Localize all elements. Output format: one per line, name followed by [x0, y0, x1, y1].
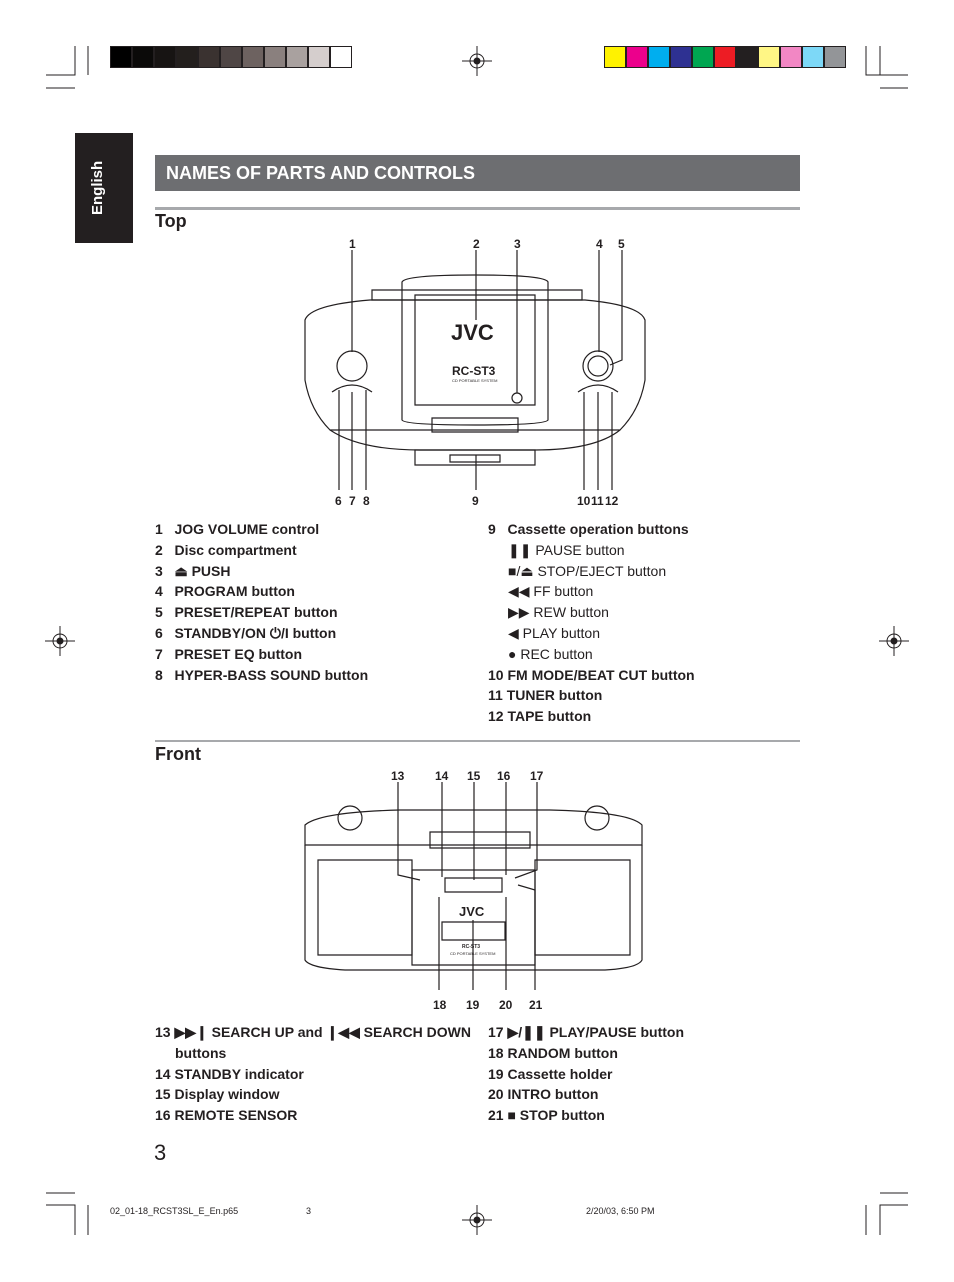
list-item: ◀◀ FF button	[508, 583, 594, 600]
print-marks	[45, 46, 909, 1235]
model-sub-label: CD PORTABLE SYSTEM	[452, 378, 498, 383]
section-heading: NAMES OF PARTS AND CONTROLS	[155, 155, 800, 191]
front-parts-list-right: 17 ▶/❚❚ PLAY/PAUSE button 18 RANDOM butto…	[488, 1022, 684, 1126]
list-item: 7 PRESET EQ button	[155, 645, 303, 662]
callout-number: 3	[514, 237, 521, 251]
callout-number: 13	[391, 769, 405, 783]
callout-number: 9	[472, 494, 479, 508]
language-tab-label: English	[89, 160, 106, 215]
list-item: 17 ▶/❚❚ PLAY/PAUSE button	[488, 1024, 685, 1040]
list-item: 2 Disc compartment	[155, 541, 297, 558]
list-item: 1 JOG VOLUME control	[155, 521, 320, 537]
list-item: 19 Cassette holder	[488, 1065, 613, 1082]
list-item: ■/⏏ STOP/EJECT button	[508, 562, 667, 579]
front-parts-list-left: 13 ▶▶❙ SEARCH UP and ❙◀◀ SEARCH DOWN butt…	[155, 1022, 471, 1126]
list-item: 14 STANDBY indicator	[155, 1065, 304, 1082]
top-parts-list-left: 1 JOG VOLUME control 2 Disc compartment 3 …	[155, 519, 368, 685]
callout-number: 17	[530, 769, 544, 783]
footer-filename: 02_01-18_RCST3SL_E_En.p65	[110, 1206, 239, 1216]
list-item: 8 HYPER-BASS SOUND button	[155, 666, 369, 683]
registration-mark-icon	[879, 626, 909, 656]
jvc-logo: JVC	[451, 320, 494, 345]
list-item: 12 TAPE button	[488, 708, 592, 725]
list-item: 16 REMOTE SENSOR	[155, 1107, 298, 1124]
callout-number: 8	[363, 494, 370, 508]
list-item: 21 ■ STOP button	[488, 1107, 605, 1124]
callout-number: 16	[497, 769, 511, 783]
registration-mark-icon	[462, 1205, 492, 1235]
footer-page: 3	[306, 1206, 312, 1216]
language-tab: English	[75, 133, 133, 243]
manual-page: English NAMES OF PARTS AND CONTROLS Top …	[0, 0, 954, 1282]
callout-number: 7	[349, 494, 356, 508]
list-item: ● REC button	[508, 645, 593, 662]
callout-number: 2	[473, 237, 480, 251]
list-item: 4 PROGRAM button	[155, 583, 295, 600]
list-item: ◀ PLAY button	[508, 624, 600, 641]
callout-number: 18	[433, 998, 447, 1012]
divider	[155, 740, 800, 742]
list-item: 20 INTRO button	[488, 1086, 599, 1103]
list-item: 11 TUNER button	[488, 687, 603, 704]
page-number: 3	[154, 1140, 167, 1165]
callout-number: 10	[577, 494, 591, 508]
callout-number: 20	[499, 998, 513, 1012]
list-item: ▶▶ REW button	[508, 604, 609, 621]
registration-mark-icon	[462, 46, 492, 76]
front-section-title: Front	[155, 744, 201, 764]
model-label: RC-ST3	[462, 944, 481, 950]
callout-number: 11	[591, 494, 604, 508]
registration-mark-icon	[45, 626, 75, 656]
callout-number: 4	[596, 237, 603, 251]
jvc-logo: JVC	[459, 904, 485, 919]
callout-number: 19	[466, 998, 480, 1012]
list-item: 10 FM MODE/BEAT CUT button	[488, 666, 695, 683]
callout-number: 15	[467, 769, 481, 783]
list-item: buttons	[175, 1044, 227, 1061]
list-item: 18 RANDOM button	[488, 1044, 618, 1061]
footer-date: 2/20/03, 6:50 PM	[586, 1206, 655, 1216]
list-item: 9 Cassette operation buttons	[488, 521, 689, 537]
model-sub-label: CD PORTABLE SYSTEM	[450, 951, 496, 956]
model-label: RC-ST3	[452, 364, 496, 378]
divider	[155, 207, 800, 210]
list-item: 6 STANDBY/ON ⏻/I button	[155, 624, 337, 641]
callout-number: 21	[529, 998, 543, 1012]
callout-number: 6	[335, 494, 342, 508]
front-view-illustration	[304, 782, 643, 990]
callout-number: 14	[435, 769, 449, 783]
callout-number: 12	[605, 494, 619, 508]
list-item: 3 ⏏ PUSH	[155, 562, 231, 579]
list-item: 15 Display window	[155, 1086, 280, 1103]
top-parts-list-right: 9 Cassette operation buttons ❚❚ PAUSE bu…	[488, 519, 695, 727]
list-item: 5 PRESET/REPEAT button	[155, 604, 338, 621]
callout-number: 1	[349, 237, 356, 251]
list-item: ❚❚ PAUSE button	[508, 541, 625, 558]
top-section-title: Top	[155, 211, 187, 231]
list-item: 13 ▶▶❙ SEARCH UP and ❙◀◀ SEARCH DOWN	[155, 1024, 471, 1040]
callout-number: 5	[618, 237, 625, 251]
